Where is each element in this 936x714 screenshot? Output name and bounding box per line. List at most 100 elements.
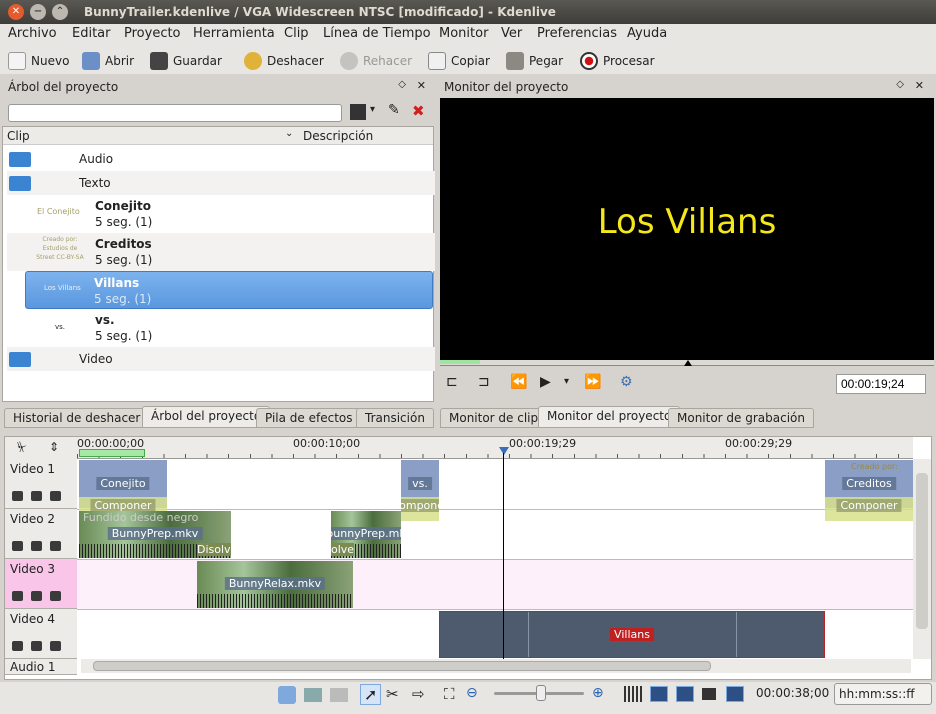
save-button[interactable]: Guardar bbox=[150, 50, 222, 72]
fit-zoom-icon[interactable]: ⛶ bbox=[444, 685, 455, 703]
zoom-track-icon[interactable]: ⇕ bbox=[49, 440, 59, 454]
zoom-fit-icon[interactable]: ⏧ bbox=[17, 440, 26, 455]
film-icon[interactable] bbox=[50, 541, 61, 551]
copy-button[interactable]: Copiar bbox=[428, 50, 490, 72]
track-header[interactable]: Video 2 bbox=[5, 509, 77, 559]
chevron-down-icon[interactable]: ▾ bbox=[370, 104, 375, 115]
undo-button[interactable]: Deshacer bbox=[244, 50, 324, 72]
spacer-tool-icon[interactable]: ⇨ bbox=[412, 685, 425, 703]
timecode-input[interactable] bbox=[836, 374, 926, 394]
list-item[interactable]: El Conejito Conejito 5 seg. (1) bbox=[7, 195, 435, 233]
insert-mode-icon[interactable] bbox=[330, 688, 348, 702]
settings-icon[interactable]: ⚙ bbox=[620, 374, 633, 390]
render-button[interactable]: Procesar bbox=[580, 50, 655, 72]
mute-icon[interactable] bbox=[31, 491, 42, 501]
selection-tool-icon[interactable]: ➚ bbox=[360, 684, 382, 705]
list-item[interactable]: Audio bbox=[7, 147, 435, 171]
minimize-icon[interactable]: − bbox=[30, 4, 46, 20]
menu-monitor[interactable]: Monitor bbox=[439, 26, 488, 41]
composite-transition[interactable]: Componer bbox=[401, 497, 439, 521]
lock-icon[interactable] bbox=[12, 541, 23, 551]
playhead-marker[interactable] bbox=[499, 447, 509, 455]
set-zone-start-icon[interactable]: ⊏ bbox=[446, 374, 458, 390]
list-item-selected[interactable]: Los Villans Villans 5 seg. (1) bbox=[25, 271, 433, 309]
menu-preferencias[interactable]: Preferencias bbox=[537, 26, 617, 41]
zoom-out-icon[interactable]: ⊖ bbox=[466, 685, 478, 701]
open-button[interactable]: Abrir bbox=[82, 50, 134, 72]
show-thumbnails-icon[interactable] bbox=[624, 686, 642, 702]
col-clip[interactable]: Clip bbox=[7, 129, 30, 143]
scroll-thumb[interactable] bbox=[916, 473, 928, 629]
video-clip[interactable]: Fundido desde negroBunnyPrep.mkvDisolve bbox=[79, 511, 231, 558]
film-icon[interactable] bbox=[50, 591, 61, 601]
composite-transition[interactable]: Componer bbox=[825, 497, 913, 521]
show-markers-icon[interactable] bbox=[650, 686, 668, 702]
track-header[interactable]: Video 4 bbox=[5, 609, 77, 659]
normal-mode-icon[interactable] bbox=[278, 686, 296, 704]
tab-undo-history[interactable]: Historial de deshacer bbox=[4, 408, 150, 428]
film-icon[interactable] bbox=[50, 641, 61, 651]
menu-archivo[interactable]: Archivo bbox=[8, 26, 57, 41]
zoom-slider-handle[interactable] bbox=[536, 685, 546, 701]
film-icon[interactable] bbox=[50, 491, 61, 501]
timeline-ruler[interactable]: 00:00:00;00 00:00:10;00 00:00:19;29 00:0… bbox=[77, 437, 913, 459]
lock-icon[interactable] bbox=[12, 641, 23, 651]
snap-icon[interactable] bbox=[726, 686, 744, 702]
sort-icon[interactable]: ⌄ bbox=[285, 128, 293, 139]
zone-indicator[interactable] bbox=[79, 449, 145, 457]
float-icon[interactable]: ◇ bbox=[398, 79, 406, 90]
redo-button[interactable]: Rehacer bbox=[340, 50, 412, 72]
track-header[interactable]: Video 1 bbox=[5, 459, 77, 509]
delete-icon[interactable]: ✖ bbox=[412, 102, 425, 120]
tab-record-monitor[interactable]: Monitor de grabación bbox=[668, 408, 814, 428]
mute-icon[interactable] bbox=[31, 591, 42, 601]
menu-ver[interactable]: Ver bbox=[501, 26, 522, 41]
rewind-icon[interactable]: ⏪ bbox=[510, 374, 527, 390]
lock-icon[interactable] bbox=[12, 591, 23, 601]
tab-clip-monitor[interactable]: Monitor de clip bbox=[440, 408, 548, 428]
timecode-format-select[interactable]: hh:mm:ss::ff bbox=[834, 683, 932, 705]
close-window-icon[interactable]: ✕ bbox=[8, 4, 24, 20]
title-clip-selected[interactable]: Villans bbox=[439, 611, 825, 658]
position-marker[interactable] bbox=[684, 360, 692, 366]
video-clip[interactable]: bunnyPrep.mkolve bbox=[331, 511, 401, 558]
overwrite-mode-icon[interactable] bbox=[304, 688, 322, 702]
edit-icon[interactable]: ✎ bbox=[388, 102, 400, 118]
add-clip-icon[interactable] bbox=[350, 104, 366, 120]
menu-proyecto[interactable]: Proyecto bbox=[124, 26, 181, 41]
horizontal-scrollbar[interactable] bbox=[81, 659, 911, 673]
audio-thumb-icon[interactable] bbox=[702, 688, 716, 700]
close-dock-icon[interactable]: ✕ bbox=[417, 79, 426, 92]
zoom-in-icon[interactable]: ⊕ bbox=[592, 685, 604, 701]
paste-button[interactable]: Pegar bbox=[506, 50, 563, 72]
lock-icon[interactable] bbox=[12, 491, 23, 501]
tab-project-tree[interactable]: Árbol del proyecto bbox=[142, 406, 271, 428]
search-input[interactable] bbox=[8, 104, 342, 122]
tab-project-monitor[interactable]: Monitor del proyecto bbox=[538, 406, 681, 428]
show-waveform-icon[interactable] bbox=[676, 686, 694, 702]
chevron-down-icon[interactable]: ▾ bbox=[564, 376, 569, 387]
play-icon[interactable]: ▶ bbox=[540, 374, 551, 390]
tab-transition[interactable]: Transición bbox=[356, 408, 434, 428]
list-item[interactable]: Creado por: Estudios de Street CC-BY-SA … bbox=[7, 233, 435, 271]
menu-herramienta[interactable]: Herramienta bbox=[193, 26, 275, 41]
video-viewer[interactable]: Los Villans bbox=[440, 98, 934, 360]
mute-icon[interactable] bbox=[31, 641, 42, 651]
menu-editar[interactable]: Editar bbox=[72, 26, 111, 41]
maximize-icon[interactable]: ⌃ bbox=[52, 4, 68, 20]
track-header-selected[interactable]: Video 3 bbox=[5, 559, 77, 609]
tab-effect-stack[interactable]: Pila de efectos bbox=[256, 408, 362, 428]
list-item[interactable]: Video bbox=[7, 347, 435, 371]
menu-linea-tiempo[interactable]: Línea de Tiempo bbox=[323, 26, 431, 41]
float-icon[interactable]: ◇ bbox=[896, 79, 904, 90]
mute-icon[interactable] bbox=[31, 541, 42, 551]
scroll-thumb[interactable] bbox=[93, 661, 711, 671]
list-item[interactable]: vs. vs. 5 seg. (1) bbox=[7, 309, 435, 347]
track-header[interactable]: Audio 1 bbox=[5, 659, 77, 675]
forward-icon[interactable]: ⏩ bbox=[584, 374, 601, 390]
vertical-scrollbar[interactable] bbox=[913, 459, 931, 659]
menu-clip[interactable]: Clip bbox=[284, 26, 309, 41]
col-description[interactable]: Descripción bbox=[303, 129, 373, 143]
close-dock-icon[interactable]: ✕ bbox=[915, 79, 924, 92]
list-item[interactable]: Texto bbox=[7, 171, 435, 195]
